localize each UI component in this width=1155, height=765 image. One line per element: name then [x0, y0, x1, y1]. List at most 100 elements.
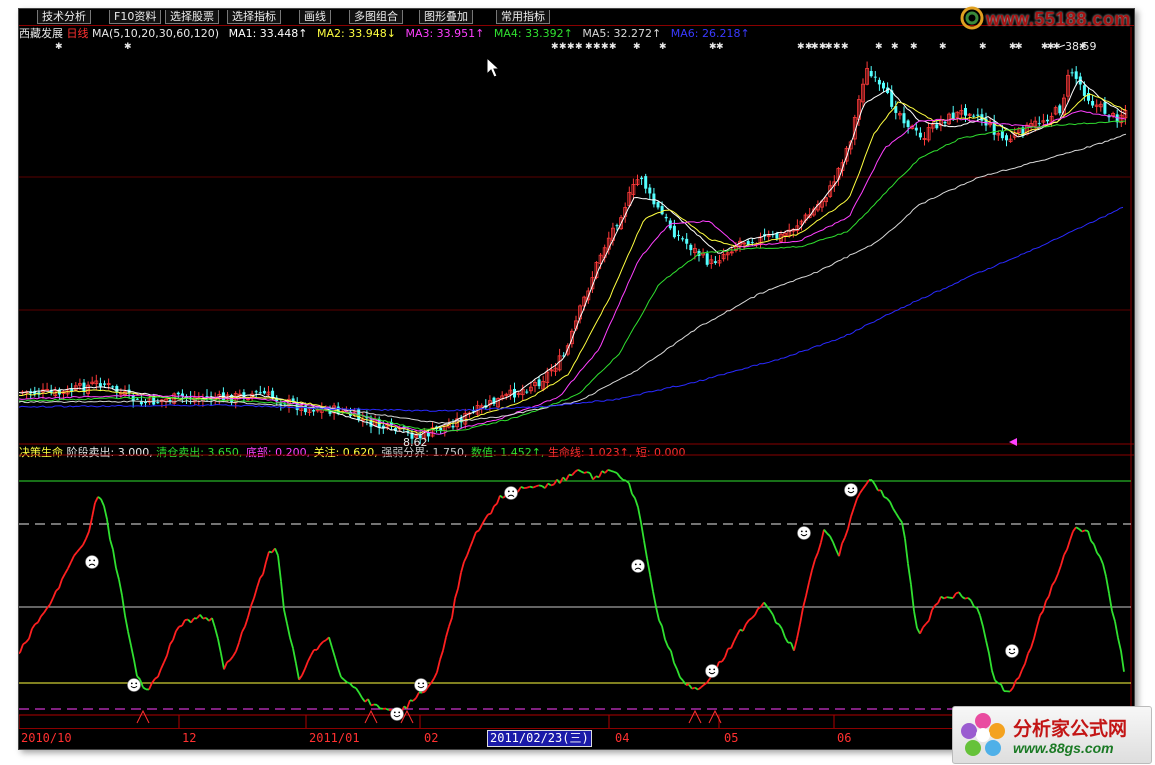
- indicator-segment: [151, 678, 156, 684]
- frown-icon: [85, 555, 99, 569]
- indicator-segment: [319, 641, 324, 646]
- current-marker-icon: [1009, 438, 1017, 446]
- indicator-segment: [931, 604, 936, 611]
- candle-body: [168, 399, 172, 401]
- indicator-segment: [220, 653, 225, 670]
- candle-body: [644, 176, 648, 189]
- signal-star-icon: ✱: [633, 42, 641, 52]
- signal-star-icon: ✱: [891, 42, 899, 52]
- indicator-segment: [802, 595, 807, 609]
- indicator-segment: [280, 581, 285, 610]
- candle-body: [713, 261, 717, 263]
- signal-star-icon: ✱: [910, 42, 918, 52]
- indicator-segment: [322, 639, 327, 643]
- indicator-segment: [1072, 526, 1077, 532]
- indicator-segment: [79, 544, 84, 550]
- buy-triangle-icon: [364, 709, 378, 724]
- indicator-segment: [889, 501, 894, 509]
- smile-icon: [844, 483, 858, 497]
- candle-body: [82, 382, 86, 392]
- indicator-segment: [679, 676, 684, 682]
- candle-body: [648, 187, 652, 194]
- indicator-segment: [565, 474, 570, 481]
- ma-line-6: [19, 206, 1124, 412]
- indicator-segment: [898, 517, 903, 523]
- indicator-segment: [496, 495, 501, 504]
- indicator-segment: [337, 667, 342, 678]
- indicator-segment: [1057, 564, 1062, 575]
- indicator-segment: [1081, 529, 1086, 533]
- signal-star-icon: ✱: [659, 42, 667, 52]
- candle-body: [1037, 123, 1041, 125]
- indicator-segment: [277, 555, 282, 582]
- indicator-segment: [592, 475, 597, 481]
- indicator-segment: [334, 657, 339, 669]
- indicator-segment: [331, 647, 336, 658]
- indicator-segment: [85, 531, 90, 540]
- indicator-segment: [979, 615, 984, 627]
- indicator-segment: [919, 626, 924, 635]
- indicator-segment: [253, 587, 258, 599]
- signal-star-icon: ✱: [559, 42, 567, 52]
- indicator-segment: [346, 681, 351, 685]
- indicator-segment: [469, 539, 474, 548]
- indicator-segment: [880, 489, 885, 498]
- indicator-segment: [478, 524, 483, 531]
- ma-line-1: [19, 79, 1127, 436]
- signal-star-icon: ✱: [1015, 42, 1023, 52]
- indicator-segment: [985, 640, 990, 654]
- candle-body: [672, 225, 676, 238]
- indicator-segment: [538, 484, 543, 487]
- indicator-segment: [355, 687, 360, 694]
- candle-body: [258, 392, 262, 394]
- indicator-segment: [115, 567, 120, 580]
- indicator-segment: [667, 646, 672, 652]
- candle-body: [156, 402, 160, 404]
- indicator-segment: [31, 623, 36, 630]
- indicator-segment: [832, 541, 837, 550]
- indicator-segment: [652, 591, 657, 608]
- indicator-segment: [130, 645, 135, 661]
- indicator-segment: [838, 543, 843, 557]
- indicator-segment: [310, 649, 315, 656]
- candle-body: [664, 216, 668, 219]
- buy-triangle-icon: [136, 709, 150, 724]
- indicator-segment: [601, 470, 606, 474]
- candle-body: [902, 113, 906, 124]
- chart-canvas[interactable]: ✱ ✱ ✱ ✱ ✱ ✱ ✱ ✱ ✱ ✱ ✱ ✱ ✱ ✱ ✱ ✱✱ ✱✱ ✱ ✱ ✱ ✱ ✱ ✱ ✱ ✱✱ ✱✱✱ ✱ 38.59 8…: [19, 9, 1134, 728]
- frown-icon: [631, 559, 645, 573]
- indicator-segment: [76, 547, 81, 553]
- indicator-segment: [244, 616, 249, 627]
- indicator-segment: [292, 648, 297, 664]
- indicator-segment: [232, 650, 237, 657]
- candle-body: [115, 386, 119, 392]
- indicator-segment: [112, 549, 117, 569]
- indicator-segment: [358, 692, 363, 699]
- indicator-segment: [778, 623, 783, 630]
- indicator-segment: [190, 617, 195, 624]
- indicator-segment: [976, 607, 981, 616]
- indicator-segment: [328, 637, 333, 648]
- signal-star-icon: ✱: [593, 42, 601, 52]
- candle-body: [681, 238, 685, 240]
- indicator-segment: [256, 577, 261, 588]
- indicator-segment: [289, 637, 294, 649]
- indicator-segment: [811, 559, 816, 571]
- indicator-segment: [661, 625, 666, 640]
- indicator-segment: [676, 668, 681, 678]
- indicator-segment: [700, 684, 705, 689]
- indicator-segment: [340, 676, 345, 681]
- indicator-segment: [784, 636, 789, 644]
- signal-star-icon: ✱: [841, 42, 849, 52]
- indicator-segment: [742, 623, 747, 632]
- signal-star-icon: ✱: [609, 42, 617, 52]
- indicator-segment: [550, 483, 555, 487]
- candle-body: [1091, 101, 1095, 106]
- indicator-segment: [238, 631, 243, 643]
- candle-body: [98, 383, 102, 387]
- indicator-segment: [475, 529, 480, 533]
- candle-body: [652, 193, 656, 205]
- indicator-segment: [214, 627, 219, 640]
- site-watermark-top: www.55188.com: [960, 6, 1150, 34]
- date-label: 12: [182, 731, 197, 745]
